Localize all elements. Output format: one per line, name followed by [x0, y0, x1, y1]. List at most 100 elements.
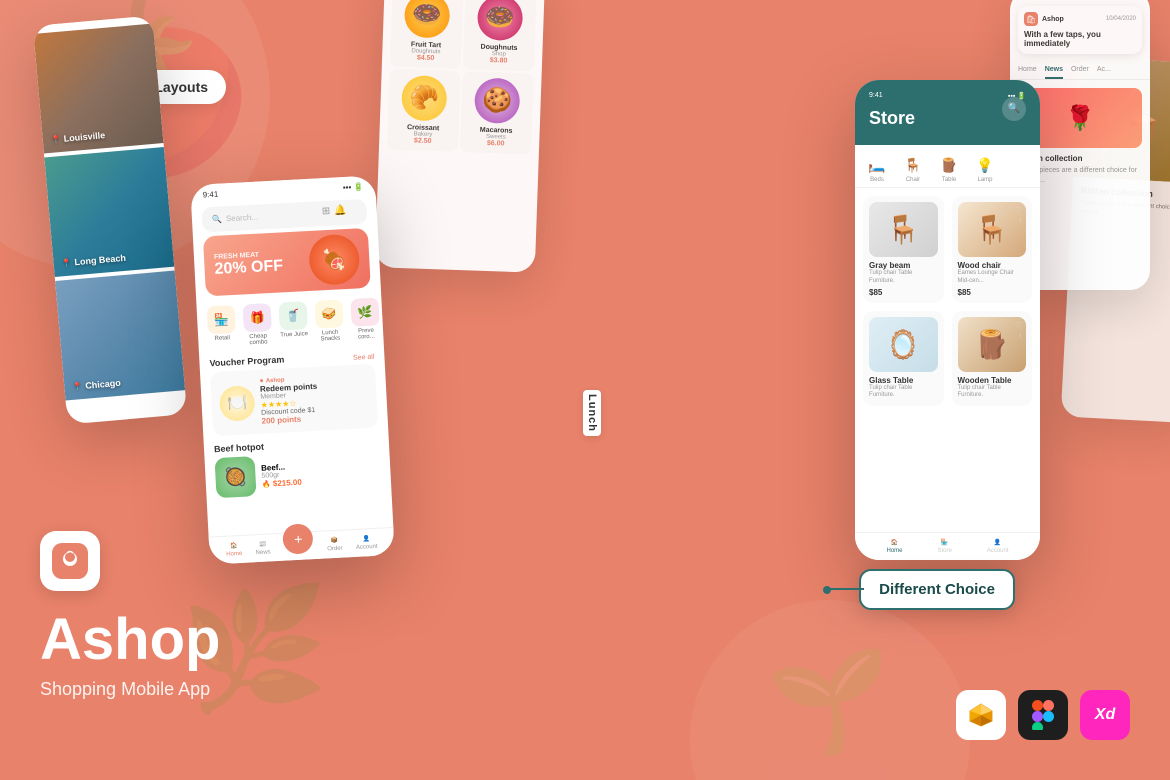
nav-add-button[interactable]: +	[283, 523, 315, 555]
fruit-decoration-3: 🌱	[765, 643, 890, 760]
donut-1[interactable]: 🍩 Fruit Tart Doughnuts $4.50	[390, 0, 464, 69]
app-title: Ashop	[40, 611, 260, 669]
product-name-gray: Gray beam	[869, 261, 938, 270]
voucher-title: Voucher Program	[209, 354, 284, 368]
voucher-image: 🍽️	[219, 385, 256, 422]
news-tab-order[interactable]: Order	[1071, 62, 1089, 79]
product-name-wooden: Wooden Table	[958, 376, 1027, 385]
notif-app-name: Ashop	[1042, 16, 1064, 23]
table-icon: 🪵	[937, 155, 961, 175]
food-time: 9:41	[202, 190, 218, 200]
product-price-gray: $85	[869, 288, 938, 297]
category-label-juice: True Juice	[280, 331, 308, 338]
beef-info: Beef... 500gr 🔥 $215.00	[261, 461, 302, 488]
grid-icon[interactable]: ⊞	[322, 206, 331, 217]
product-wooden-table[interactable]: 🪵 ♡ ↑ Wooden Table Tulip chair Table Fur…	[952, 311, 1033, 407]
food-search[interactable]: 🔍 Search... ⊞ 🔔	[201, 199, 367, 233]
store-cat-chair[interactable]: 🪑 Chair	[901, 155, 925, 183]
share-icon-2[interactable]: ↑	[1019, 218, 1023, 225]
category-label-preve: Preve coro...	[352, 327, 381, 340]
store-status-bar: 9:41 ▪▪▪ 🔋	[869, 92, 1026, 100]
app-icon	[40, 531, 100, 591]
product-gray-beam[interactable]: 🪑 ♡ ↑ Gray beam Tulip chair Table Furnit…	[863, 196, 944, 303]
voucher-card[interactable]: 🍽️ ● Ashop Redeem points Member ★★★★☆ Di…	[210, 364, 378, 437]
category-lunch[interactable]: 🥪 Lunch Snacks	[314, 299, 344, 342]
food-banner: FRESH MEAT 20% OFF 🍖	[203, 228, 371, 297]
donut-image-2: 🍩	[477, 0, 524, 41]
heart-icon-3[interactable]: ♡	[926, 321, 933, 330]
lamp-icon: 💡	[973, 155, 997, 175]
food-banner-text: FRESH MEAT 20% OFF	[214, 250, 284, 279]
donut-3[interactable]: 🥐 Croissant Bakery $2.50	[387, 69, 461, 152]
share-icon-3[interactable]: ↑	[930, 333, 934, 340]
nav-account[interactable]: 👤Account	[355, 535, 377, 551]
product-desc-wooden: Tulip chair Table Furniture.	[958, 385, 1027, 401]
category-label-cheapcombo: Cheap combo	[244, 333, 273, 346]
see-all-link[interactable]: See all	[353, 353, 375, 361]
city-name-chicago: Chicago	[85, 378, 121, 391]
store-cat-lamp[interactable]: 💡 Lamp	[973, 155, 997, 183]
beds-icon: 🛏️	[865, 155, 889, 175]
store-nav: 🏠Home 🏪Store 👤Account	[855, 532, 1040, 560]
product-img-wood: 🪑 ♡ ↑	[958, 202, 1027, 257]
store-title: Store	[869, 108, 915, 129]
donut-grid: 🍩 Fruit Tart Doughnuts $4.50 🍩 Doughnuts…	[379, 0, 545, 163]
heart-icon-1[interactable]: ♡	[926, 206, 933, 215]
search-placeholder: Search...	[226, 213, 258, 224]
food-categories: 🏪 Retail 🎁 Cheap combo 🥤 True Juice 🥪 Lu…	[196, 291, 384, 355]
category-cheapcombo[interactable]: 🎁 Cheap combo	[243, 303, 273, 346]
category-retail[interactable]: 🏪 Retail	[207, 305, 237, 348]
beef-card[interactable]: 🥘 Beef... 500gr 🔥 $215.00	[215, 450, 382, 499]
product-name-wood: Wood chair	[958, 261, 1027, 270]
donut-2[interactable]: 🍩 Doughnuts Shop $3.80	[463, 0, 537, 72]
chair-icon: 🪑	[901, 155, 925, 175]
news-tab-home[interactable]: Home	[1018, 62, 1037, 79]
category-juice[interactable]: 🥤 True Juice	[278, 301, 308, 344]
points-value: 200 points	[261, 414, 319, 426]
store-categories: 🛏️ Beds 🪑 Chair 🪵 Table 💡 Lamp	[855, 145, 1040, 188]
beef-section: Beef hotpot 🥘 Beef... 500gr 🔥 $215.00	[204, 431, 392, 503]
category-label-retail: Retail	[214, 335, 230, 342]
news-tab-account[interactable]: Ac...	[1097, 62, 1111, 79]
product-img-gray: 🪑 ♡ ↑	[869, 202, 938, 257]
phone-donuts: 🍩 Fruit Tart Doughnuts $4.50 🍩 Doughnuts…	[375, 0, 545, 273]
phone-store: 9:41 ▪▪▪ 🔋 Store 🔍 🛏️ Beds 🪑 Chair 🪵 Tab…	[855, 80, 1040, 560]
store-cat-table[interactable]: 🪵 Table	[937, 155, 961, 183]
phone-food: 9:41 ▪▪▪ 🔋 🔍 Search... ⊞ 🔔 FRESH MEAT 20…	[190, 175, 395, 564]
product-wood-chair[interactable]: 🪑 ♡ ↑ Wood chair Eames Lounge Chair Mid-…	[952, 196, 1033, 303]
donut-image-3: 🥐	[401, 75, 448, 122]
nav-news[interactable]: 📰News	[255, 540, 271, 556]
notif-time: 10/04/2020	[1106, 16, 1136, 22]
product-glass-table[interactable]: 🪞 ♡ ↑ Glass Table Tulip chair Table Furn…	[863, 311, 944, 407]
donut-image-4: 🍪	[474, 78, 521, 125]
banner-image: 🍖	[308, 233, 361, 286]
product-name-glass: Glass Table	[869, 376, 938, 385]
category-preve[interactable]: 🌿 Preve coro...	[350, 297, 380, 340]
store-nav-home[interactable]: 🏠Home	[886, 539, 902, 554]
search-icon: 🔍	[212, 214, 222, 224]
store-nav-store[interactable]: 🏪Store	[937, 539, 951, 554]
product-desc-glass: Tulip chair Table Furniture.	[869, 385, 938, 401]
store-nav-account[interactable]: 👤Account	[987, 539, 1009, 554]
store-time: 9:41	[869, 92, 883, 100]
product-price-wood: $85	[958, 288, 1027, 297]
nav-home[interactable]: 🏠Home	[226, 542, 243, 558]
figma-icon	[1018, 690, 1068, 740]
heart-icon-2[interactable]: ♡	[1015, 206, 1022, 215]
sketch-icon	[956, 690, 1006, 740]
category-label-lunch: Lunch Snacks	[316, 329, 345, 342]
donut-4[interactable]: 🍪 Macarons Sweets $6.00	[460, 71, 534, 154]
store-cat-beds[interactable]: 🛏️ Beds	[865, 155, 889, 183]
callout-text: Different Choice	[879, 581, 995, 598]
share-icon-4[interactable]: ↑	[1019, 333, 1023, 340]
news-tab-news[interactable]: News	[1045, 62, 1063, 79]
nav-order[interactable]: 📦Order	[327, 537, 343, 553]
share-icon-1[interactable]: ↑	[930, 218, 934, 225]
store-products: 🪑 ♡ ↑ Gray beam Tulip chair Table Furnit…	[855, 188, 1040, 414]
donut-price-3: $2.50	[393, 137, 452, 146]
bell-icon[interactable]: 🔔	[334, 205, 347, 217]
heart-icon-4[interactable]: ♡	[1015, 321, 1022, 330]
store-search-button[interactable]: 🔍	[1002, 97, 1026, 121]
banner-discount: 20% OFF	[214, 257, 283, 279]
app-subtitle: Shopping Mobile App	[40, 679, 260, 700]
